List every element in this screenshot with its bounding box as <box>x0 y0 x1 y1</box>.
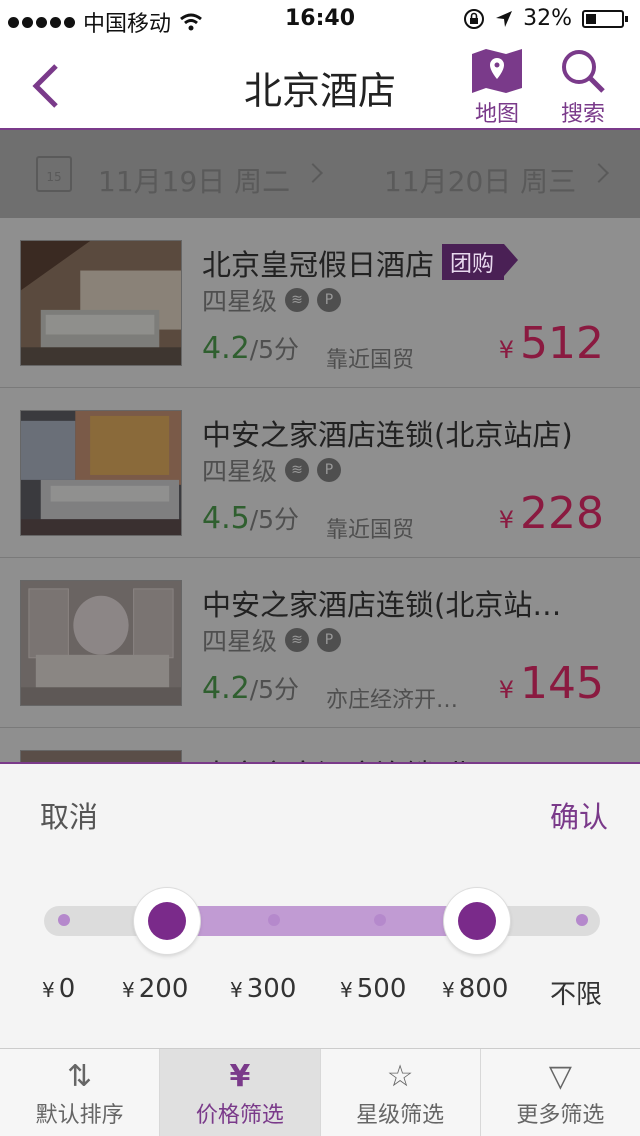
price-slider-selected-range <box>166 906 476 936</box>
price-slider-max-handle[interactable] <box>444 888 510 954</box>
hotel-name: 中安之家酒店连锁(北京站… <box>202 588 562 622</box>
location-note: 靠近国贸 <box>326 348 415 373</box>
star-rating: 四星级 <box>202 287 278 316</box>
hotel-name: 中安之家酒店连锁(北京站店) <box>202 418 573 452</box>
tab-more-filter[interactable]: ▽ 更多筛选 <box>481 1049 640 1136</box>
bottom-tab-bar: ⇅ 默认排序 ¥ 价格筛选 ☆ 星级筛选 ▽ 更多筛选 <box>0 1048 640 1136</box>
price-slider-min-handle[interactable] <box>134 888 200 954</box>
filter-icon: ▽ <box>548 1059 572 1094</box>
review-score: 4.5 <box>202 501 250 536</box>
calendar-icon: 15 <box>36 156 72 192</box>
sort-icon: ⇅ <box>67 1059 93 1094</box>
review-score: 4.2 <box>202 671 250 706</box>
checkin-date[interactable]: 11月19日 周二 <box>98 160 290 200</box>
hotel-price: 228 <box>520 488 604 539</box>
location-arrow-icon <box>496 10 513 27</box>
wifi-icon: ≋ <box>285 628 310 652</box>
location-note: 靠近国贸 <box>326 518 415 543</box>
review-score: 4.2 <box>202 331 250 366</box>
date-bar: 15 11月19日 周二 11月20日 周三 <box>0 130 640 218</box>
tab-label: 星级筛选 <box>356 1103 445 1128</box>
wifi-icon: ≋ <box>285 458 310 482</box>
battery-percent: 32% <box>523 6 572 31</box>
page-title: 北京酒店 <box>243 69 396 113</box>
score-suffix: /5分 <box>249 335 300 364</box>
status-bar: 中国移动 16:40 32% <box>0 0 640 40</box>
hotel-price: 512 <box>520 318 604 369</box>
battery-icon <box>582 9 628 28</box>
search-icon <box>562 50 605 93</box>
price-unlimited-label: 不限 <box>550 980 603 1010</box>
slider-tick <box>268 914 280 926</box>
checkout-date[interactable]: 11月20日 周三 <box>384 160 576 200</box>
price-tick-label: ¥500 <box>340 974 407 1004</box>
group-buy-badge: 团购 <box>442 244 519 280</box>
tab-label: 默认排序 <box>35 1103 124 1128</box>
price-tick-label: ¥300 <box>230 974 297 1004</box>
hotel-price: 145 <box>520 658 604 709</box>
parking-icon: P <box>317 628 342 652</box>
yen-icon: ¥ <box>229 1059 251 1094</box>
star-icon: ☆ <box>386 1059 414 1094</box>
search-label: 搜索 <box>560 102 605 127</box>
currency-symbol: ¥ <box>498 336 515 364</box>
hotel-photo <box>20 580 182 706</box>
hotel-photo <box>20 410 182 536</box>
hotel-name: 中安之家酒店连锁(北… <box>202 752 622 762</box>
location-note: 亦庄经济开… <box>326 688 459 713</box>
star-rating: 四星级 <box>202 457 278 486</box>
tab-price-filter[interactable]: ¥ 价格筛选 <box>160 1049 321 1136</box>
price-tick-label: ¥800 <box>442 974 509 1004</box>
parking-icon: P <box>317 288 342 312</box>
hotel-list-item[interactable]: 中安之家酒店连锁(北… <box>0 728 640 762</box>
tab-default-sort[interactable]: ⇅ 默认排序 <box>0 1049 161 1136</box>
hotel-name: 北京皇冠假日酒店 <box>202 248 435 282</box>
slider-tick <box>374 914 386 926</box>
price-tick-label: ¥200 <box>122 974 189 1004</box>
hotel-list-item[interactable]: 中安之家酒店连锁(北京站店) 四星级 ≋ P 4.5/5分 靠近国贸 ¥228 <box>0 388 640 558</box>
hotel-photo <box>20 240 182 366</box>
hotel-list-item[interactable]: 北京皇冠假日酒店 团购 四星级 ≋ P 4.2/5分 靠近国贸 ¥512 <box>0 218 640 388</box>
currency-symbol: ¥ <box>498 676 515 704</box>
search-button[interactable]: 搜索 <box>548 48 618 128</box>
map-icon <box>472 49 522 93</box>
wifi-icon: ≋ <box>285 288 310 312</box>
score-suffix: /5分 <box>249 675 300 704</box>
hotel-list-item[interactable]: 中安之家酒店连锁(北京站… 四星级 ≋ P 4.2/5分 亦庄经济开… ¥145 <box>0 558 640 728</box>
hotel-photo <box>20 750 182 762</box>
star-rating: 四星级 <box>202 627 278 656</box>
tab-star-filter[interactable]: ☆ 星级筛选 <box>321 1049 481 1136</box>
score-suffix: /5分 <box>249 505 300 534</box>
slider-tick <box>576 914 588 926</box>
price-tick-label: ¥0 <box>42 974 76 1004</box>
slider-tick <box>58 914 70 926</box>
nav-bar: 北京酒店 地图 搜索 <box>0 40 640 130</box>
cancel-button[interactable]: 取消 <box>40 794 98 836</box>
currency-symbol: ¥ <box>498 506 515 534</box>
map-button[interactable]: 地图 <box>462 48 532 128</box>
parking-icon: P <box>317 458 342 482</box>
chevron-right-icon <box>303 163 323 183</box>
chevron-right-icon <box>589 163 609 183</box>
map-label: 地图 <box>474 102 519 127</box>
lock-rotation-icon <box>464 8 485 29</box>
confirm-button[interactable]: 确认 <box>550 794 608 836</box>
tab-label: 价格筛选 <box>195 1103 284 1128</box>
tab-label: 更多筛选 <box>516 1103 605 1128</box>
price-filter-panel: 取消 确认 ¥0 ¥200 ¥300 ¥500 ¥800 不限 <box>0 762 640 1048</box>
hotel-list: 北京皇冠假日酒店 团购 四星级 ≋ P 4.2/5分 靠近国贸 ¥512 中安之家… <box>0 218 640 762</box>
